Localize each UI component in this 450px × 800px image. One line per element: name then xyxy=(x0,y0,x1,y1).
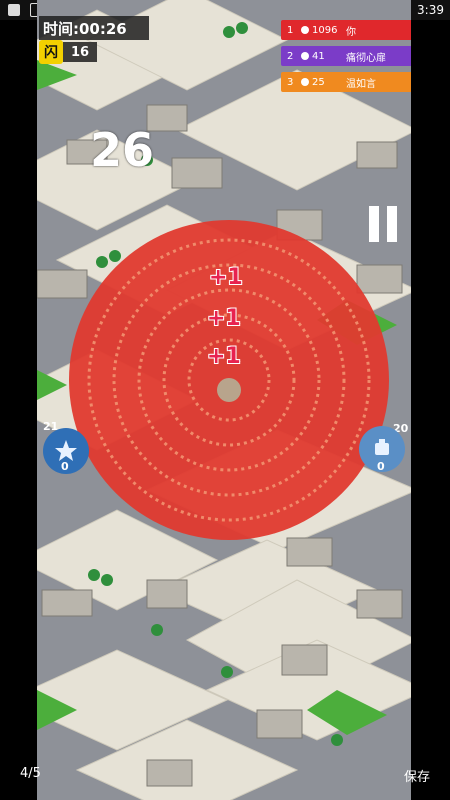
rival-left-count: 0 xyxy=(61,460,69,473)
leaderboard: 1 1096 你 2 41 痛彻心扉 3 25 温如言 xyxy=(281,20,411,98)
rank: 3 xyxy=(287,76,294,88)
rank: 2 xyxy=(287,50,294,62)
rank: 1 xyxy=(287,24,294,36)
score: 1096 xyxy=(312,24,338,36)
pause-button[interactable] xyxy=(367,206,399,242)
clock: 3:39 xyxy=(417,3,444,17)
player-count: 闪 16 xyxy=(39,40,98,64)
notification-icon xyxy=(8,4,20,16)
score-popup: +1 xyxy=(207,344,241,369)
rival-right-count: 0 xyxy=(377,460,385,473)
score: 25 xyxy=(312,76,325,88)
pin-icon xyxy=(301,78,309,86)
timer-label: 时间:00:26 xyxy=(39,16,149,40)
score: 41 xyxy=(312,50,325,62)
viewer-bar: 4/5 保存 xyxy=(0,760,450,790)
pin-icon xyxy=(301,52,309,60)
round-countdown: 26 xyxy=(89,123,154,177)
save-button[interactable]: 保存 xyxy=(404,766,430,785)
score-popup: +1 xyxy=(207,306,241,331)
player-name: 痛彻心扉 xyxy=(346,52,386,64)
page-indicator: 4/5 xyxy=(20,766,41,781)
game-logo-icon: 闪 xyxy=(39,40,63,64)
player-name: 温如言 xyxy=(346,78,376,90)
player-name: 你 xyxy=(346,26,356,38)
leaderboard-row-1: 1 1096 你 xyxy=(281,20,411,40)
score-popup: +1 xyxy=(209,265,243,290)
leaderboard-row-3: 3 25 温如言 xyxy=(281,72,411,92)
leaderboard-row-2: 2 41 痛彻心扉 xyxy=(281,46,411,66)
pin-icon xyxy=(301,26,309,34)
pause-icon xyxy=(369,206,379,242)
game-viewport[interactable]: 时间:00:26 闪 16 1 1096 你 2 41 痛彻心扉 3 25 温如… xyxy=(37,0,411,800)
my-count: 16 xyxy=(63,42,98,62)
